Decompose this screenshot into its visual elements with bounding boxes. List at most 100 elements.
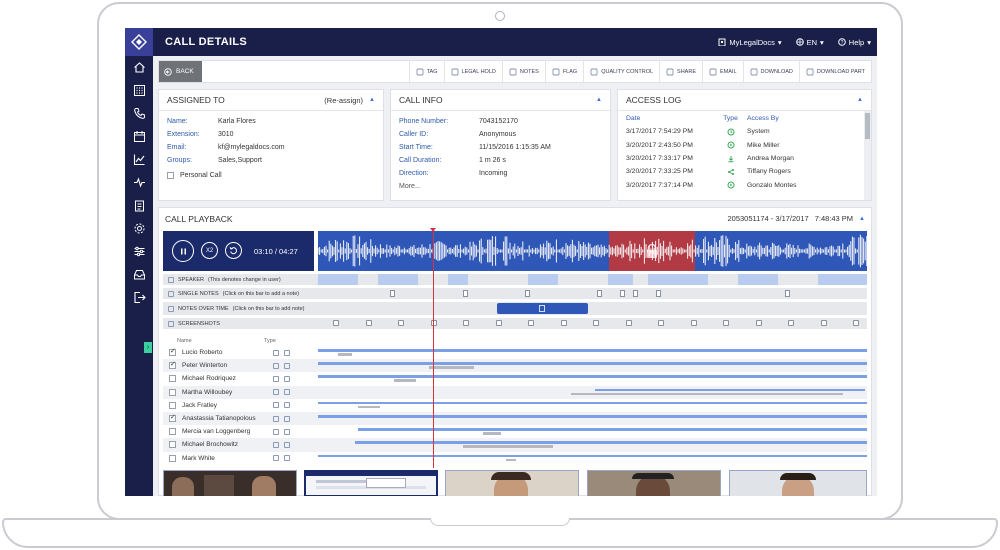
note-marker-icon[interactable] [785, 290, 790, 297]
screenshot-marker-icon[interactable] [820, 320, 827, 326]
download-part-button[interactable]: DOWNLOAD PART [798, 61, 871, 82]
thumbnail[interactable] [445, 470, 579, 496]
screenshot-marker-icon[interactable] [333, 320, 339, 326]
screenshot-marker-icon[interactable] [593, 320, 599, 326]
note-marker-icon[interactable] [656, 290, 661, 297]
note-marker-icon[interactable] [525, 290, 530, 297]
participant-checkbox[interactable] [169, 413, 176, 423]
waveform[interactable] [318, 231, 867, 271]
speaker-segment [738, 274, 778, 285]
access-log-scrollbar[interactable] [864, 111, 871, 200]
screenshot-marker-icon[interactable] [528, 320, 534, 326]
note-marker-icon[interactable] [633, 290, 638, 297]
language-menu[interactable]: EN ▾ [795, 38, 824, 47]
pause-button[interactable] [172, 240, 194, 262]
participant-checkbox[interactable] [169, 360, 176, 370]
nav-activity[interactable] [125, 171, 153, 194]
rewind-button[interactable] [225, 242, 242, 259]
info-row: Direction: Incoming [391, 167, 610, 180]
screenshot-marker-icon[interactable] [365, 320, 372, 326]
info-row: Extension: 3010 [159, 128, 383, 141]
note-range-bar[interactable] [497, 303, 588, 314]
collapse-icon[interactable]: ▲ [596, 97, 602, 103]
share-button[interactable]: SHARE [659, 61, 702, 82]
nav-calendar[interactable] [125, 125, 153, 148]
note-marker-icon[interactable] [620, 290, 625, 297]
personal-call-checkbox[interactable] [167, 172, 174, 179]
account-menu[interactable]: MyLegalDocs ▾ [718, 38, 782, 47]
chat-type-icon [273, 415, 279, 422]
playhead[interactable] [430, 228, 436, 468]
video-type-icon [284, 428, 290, 435]
thumbnail[interactable] [163, 470, 297, 496]
participant-checkbox[interactable] [169, 388, 176, 396]
legal-hold-button[interactable]: LEGAL HOLD [443, 61, 502, 82]
nav-inbox[interactable] [125, 263, 153, 286]
screenshot-marker-icon[interactable] [788, 320, 794, 326]
nav-settings[interactable] [125, 217, 153, 240]
nav-home[interactable] [125, 56, 153, 79]
screenshot-marker-icon[interactable] [690, 320, 697, 326]
download-button[interactable]: DOWNLOAD [742, 61, 799, 82]
collapse-icon[interactable]: ▲ [857, 97, 863, 103]
nav-filters[interactable] [125, 240, 153, 263]
screenshot-marker-icon[interactable] [625, 320, 632, 326]
nav-dialpad[interactable] [125, 79, 153, 102]
expand-sidebar-button[interactable]: › [144, 342, 152, 353]
info-row: Name: Karla Flores [159, 115, 383, 128]
screenshots-track[interactable]: SCREENSHOTS [163, 318, 867, 329]
scroll-thumb[interactable] [865, 113, 870, 139]
nav-reports[interactable] [125, 148, 153, 171]
nav-clipboard[interactable] [125, 194, 153, 217]
chat-type-icon [273, 375, 279, 382]
tag-button[interactable]: TAG [408, 61, 444, 82]
screenshot-marker-icon[interactable] [755, 320, 762, 326]
more-link[interactable]: More... [399, 183, 421, 190]
help-menu[interactable]: ? Help ▾ [837, 38, 871, 47]
collapse-icon[interactable]: ▲ [369, 97, 375, 103]
screenshot-marker-icon[interactable] [723, 320, 729, 326]
notes-button[interactable]: NOTES [501, 61, 545, 82]
participant-checkbox[interactable] [169, 454, 176, 462]
participant-checkbox[interactable] [169, 375, 176, 383]
participant-checkbox[interactable] [169, 347, 176, 357]
screenshot-marker-icon[interactable] [398, 320, 404, 326]
nav-calls[interactable] [125, 102, 153, 125]
nav-logout[interactable] [125, 286, 153, 309]
thumbnail[interactable] [729, 470, 867, 496]
participant-checkbox[interactable] [169, 441, 176, 449]
screenshot-marker-icon[interactable] [495, 320, 502, 326]
participant-checkbox[interactable] [169, 428, 176, 436]
app-logo[interactable] [125, 28, 153, 56]
participant-checkbox[interactable] [169, 401, 176, 409]
screenshot-marker-icon[interactable] [463, 320, 469, 326]
note-marker-icon[interactable] [597, 290, 602, 297]
screenshot-marker-icon[interactable] [560, 320, 567, 326]
note-marker-icon[interactable] [463, 290, 468, 297]
collapse-icon[interactable]: ▲ [859, 216, 865, 222]
quality-control-button[interactable]: QUALITY CONTROL [583, 61, 659, 82]
thumbnail[interactable] [587, 470, 721, 496]
screenshot-marker-icon[interactable] [658, 320, 664, 326]
info-row: Start Time: 11/15/2016 1:15:35 AM [391, 141, 610, 154]
waveform-shape [318, 234, 867, 268]
email-button[interactable]: EMAIL [702, 61, 743, 82]
notes-over-time-track[interactable]: NOTES OVER TIME (Click on this bar to ad… [163, 302, 867, 315]
playhead-handle[interactable] [430, 228, 436, 232]
flag-button[interactable]: FLAG [544, 61, 583, 82]
help-icon: ? [837, 38, 846, 46]
log-user: Gonzalo Montes [747, 181, 797, 189]
participant-row: Michael Brochowitz [163, 438, 867, 452]
chart-icon [133, 154, 144, 166]
speaker-track[interactable]: SPEAKER (This denotes change in user) [163, 274, 867, 285]
speed-button[interactable]: X2 [201, 242, 218, 259]
back-button[interactable]: BACK [159, 61, 202, 82]
field-label: Extension: [167, 131, 200, 138]
screenshot-marker-icon[interactable] [853, 320, 859, 326]
thumbnail-selected[interactable] [304, 470, 438, 496]
reassign-link[interactable]: (Re-assign) [324, 96, 363, 105]
note-marker-icon[interactable] [390, 290, 395, 297]
participant-activity-bar [318, 454, 867, 458]
single-notes-track[interactable]: SINGLE NOTES (Click on this bar to add a… [163, 288, 867, 299]
chat-type-icon [273, 402, 279, 409]
